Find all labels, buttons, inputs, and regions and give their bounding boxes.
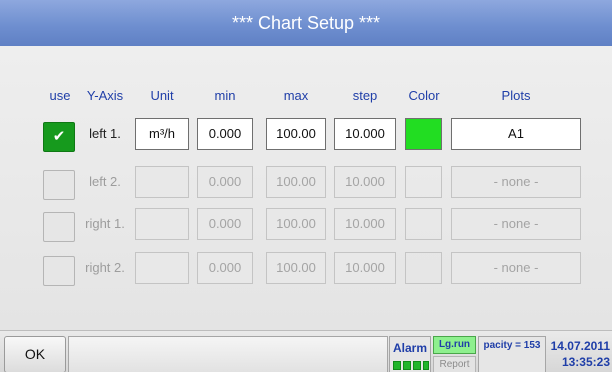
use-checkbox-left-2[interactable]: [43, 170, 75, 200]
use-checkbox-right-1[interactable]: [43, 212, 75, 242]
plot-select[interactable]: - none -: [451, 208, 581, 240]
use-checkbox-right-2[interactable]: [43, 256, 75, 286]
color-swatch[interactable]: [405, 118, 442, 150]
report-button[interactable]: Report: [433, 356, 476, 372]
unit-field[interactable]: [135, 166, 189, 198]
axis-label: right 1.: [85, 216, 125, 231]
alarm-led-icon: [423, 361, 429, 370]
window-title: *** Chart Setup ***: [0, 0, 612, 46]
step-field[interactable]: 10.000: [334, 208, 396, 240]
min-field[interactable]: 0.000: [197, 118, 253, 150]
color-swatch[interactable]: [405, 166, 442, 198]
axis-row-left-1: ✔ left 1. m³/h 0.000 100.00 10.000 A1: [0, 118, 612, 152]
header-unit: Unit: [150, 88, 174, 103]
clock: 14.07.2011 13:35:23: [548, 336, 612, 372]
max-field[interactable]: 100.00: [266, 166, 326, 198]
message-box: [68, 336, 388, 372]
alarm-led-icon: [393, 361, 401, 370]
max-field[interactable]: 100.00: [266, 208, 326, 240]
max-field[interactable]: 100.00: [266, 118, 326, 150]
header-color: Color: [408, 88, 440, 103]
step-field[interactable]: 10.000: [334, 118, 396, 150]
time-text: 13:35:23: [561, 355, 610, 369]
min-field[interactable]: 0.000: [197, 208, 253, 240]
min-field[interactable]: 0.000: [197, 166, 253, 198]
header-step: step: [352, 88, 378, 103]
alarm-indicator[interactable]: Alarm: [389, 336, 431, 372]
plot-select[interactable]: A1: [451, 118, 581, 150]
axis-row-right-2: right 2. 0.000 100.00 10.000 - none -: [0, 252, 612, 286]
axis-row-left-2: left 2. 0.000 100.00 10.000 - none -: [0, 166, 612, 200]
date-text: 14.07.2011: [550, 339, 610, 353]
alarm-label: Alarm: [392, 341, 427, 355]
axis-label: left 2.: [89, 174, 121, 189]
check-icon: ✔: [52, 128, 66, 145]
header-max: max: [283, 88, 309, 103]
logger-running-badge: Lg.run: [433, 336, 476, 354]
chart-setup-panel: use Y-Axis Unit min max step Color Plots…: [0, 46, 612, 330]
capacity-indicator: pacity = 153: [478, 336, 546, 372]
header-min: min: [214, 88, 236, 103]
color-swatch[interactable]: [405, 208, 442, 240]
axis-label: left 1.: [89, 126, 121, 141]
step-field[interactable]: 10.000: [334, 252, 396, 284]
plot-select[interactable]: - none -: [451, 166, 581, 198]
unit-field[interactable]: [135, 252, 189, 284]
color-swatch[interactable]: [405, 252, 442, 284]
ok-button[interactable]: OK: [4, 336, 66, 372]
plot-select[interactable]: - none -: [451, 252, 581, 284]
step-field[interactable]: 10.000: [334, 166, 396, 198]
axis-row-right-1: right 1. 0.000 100.00 10.000 - none -: [0, 208, 612, 242]
status-bar: OK Alarm Lg.run Report pacity = 153 14.0…: [0, 330, 612, 372]
header-y-axis: Y-Axis: [86, 88, 124, 103]
min-field[interactable]: 0.000: [197, 252, 253, 284]
unit-field[interactable]: m³/h: [135, 118, 189, 150]
use-checkbox-left-1[interactable]: ✔: [43, 122, 75, 152]
unit-field[interactable]: [135, 208, 189, 240]
alarm-led-icon: [403, 361, 411, 370]
alarm-led-icon: [413, 361, 421, 370]
header-use: use: [49, 88, 71, 103]
header-plots: Plots: [501, 88, 531, 103]
axis-label: right 2.: [85, 260, 125, 275]
max-field[interactable]: 100.00: [266, 252, 326, 284]
